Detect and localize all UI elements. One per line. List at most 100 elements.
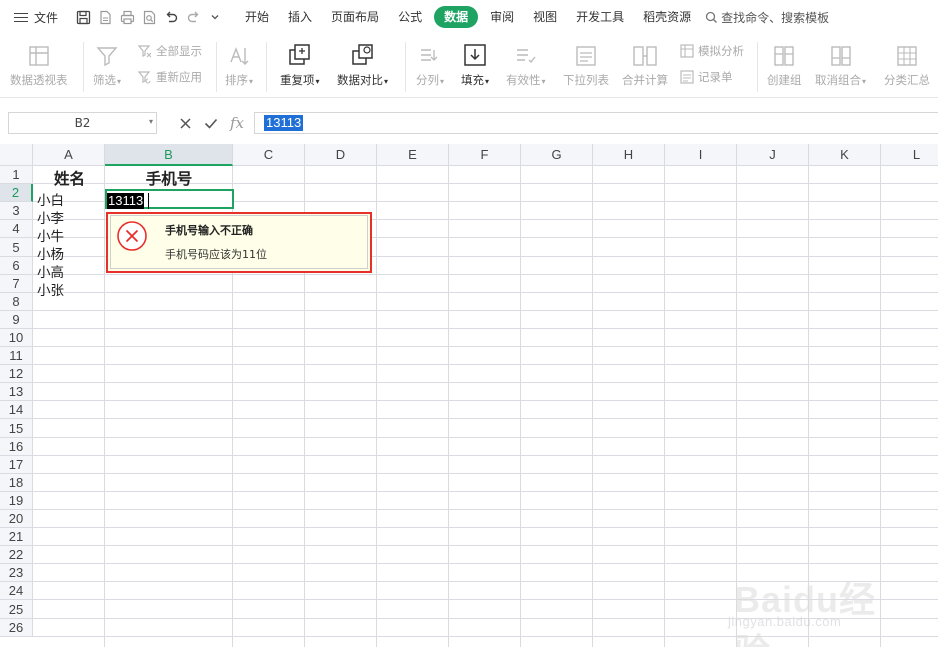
- record-form-button[interactable]: 记录单: [680, 69, 733, 85]
- grid-column-line: [808, 166, 809, 647]
- column-header-l[interactable]: L: [881, 144, 938, 166]
- validation-error-popup: 手机号输入不正确 手机号码应该为11位: [106, 212, 372, 273]
- row-header-3[interactable]: 3: [0, 202, 33, 220]
- cell-a7[interactable]: 小张: [34, 280, 105, 299]
- row-header-7[interactable]: 7: [0, 275, 33, 293]
- tab-developer[interactable]: 开发工具: [569, 6, 631, 28]
- dropdown-list-icon: [574, 40, 598, 68]
- validity-button[interactable]: 有效性▾: [506, 40, 546, 88]
- tab-data[interactable]: 数据: [434, 6, 479, 28]
- save-icon[interactable]: [72, 6, 94, 28]
- tab-view[interactable]: 视图: [526, 6, 564, 28]
- row-header-20[interactable]: 20: [0, 510, 33, 528]
- row-header-11[interactable]: 11: [0, 347, 33, 365]
- column-header-e[interactable]: E: [377, 144, 449, 166]
- hamburger-icon: [14, 12, 28, 23]
- cell-a6[interactable]: 小高: [34, 262, 105, 281]
- cell-a3[interactable]: 小李: [34, 208, 105, 227]
- select-all-corner[interactable]: [0, 144, 33, 166]
- cell-a1[interactable]: 姓名: [34, 167, 105, 188]
- row-header-6[interactable]: 6: [0, 257, 33, 275]
- row-header-23[interactable]: 23: [0, 564, 33, 582]
- row-header-14[interactable]: 14: [0, 401, 33, 419]
- file-menu-button[interactable]: 文件: [14, 5, 58, 29]
- sort-button[interactable]: 排序▾: [225, 40, 253, 88]
- row-header-16[interactable]: 16: [0, 438, 33, 456]
- name-box[interactable]: B2 ▾: [8, 112, 157, 134]
- command-search-label: 查找命令、搜索模板: [721, 10, 830, 25]
- create-group-button[interactable]: 创建组: [767, 40, 802, 88]
- tab-insert[interactable]: 插入: [281, 6, 319, 28]
- reapply-button[interactable]: 重新应用: [138, 69, 202, 85]
- row-header-15[interactable]: 15: [0, 419, 33, 438]
- confirm-edit-icon[interactable]: [202, 114, 220, 132]
- grid-column-line: [520, 166, 521, 647]
- cancel-edit-icon[interactable]: [176, 114, 194, 132]
- cell-b1[interactable]: 手机号: [106, 167, 232, 188]
- ungroup-button[interactable]: 取消组合▾: [815, 40, 866, 88]
- row-header-24[interactable]: 24: [0, 582, 33, 600]
- duplicates-icon: [287, 40, 313, 68]
- column-header-d[interactable]: D: [305, 144, 377, 166]
- row-header-10[interactable]: 10: [0, 329, 33, 347]
- tab-page-layout[interactable]: 页面布局: [324, 6, 386, 28]
- tab-formulas[interactable]: 公式: [391, 6, 429, 28]
- chevron-down-icon[interactable]: [204, 6, 226, 28]
- insert-function-icon[interactable]: fx: [228, 114, 246, 132]
- row-header-2[interactable]: 2: [0, 184, 33, 202]
- column-header-h[interactable]: H: [593, 144, 665, 166]
- column-header-k[interactable]: K: [809, 144, 881, 166]
- filter-button[interactable]: 筛选▾: [93, 40, 121, 88]
- column-header-f[interactable]: F: [449, 144, 521, 166]
- record-form-icon: [680, 70, 694, 84]
- row-header-5[interactable]: 5: [0, 238, 33, 257]
- chevron-down-icon[interactable]: ▾: [149, 117, 153, 126]
- row-header-19[interactable]: 19: [0, 492, 33, 510]
- export-pdf-icon[interactable]: [94, 6, 116, 28]
- redo-icon[interactable]: [182, 6, 204, 28]
- subtotal-button[interactable]: 分类汇总: [884, 40, 930, 88]
- grid-column-line: [664, 166, 665, 647]
- tab-home[interactable]: 开始: [238, 6, 276, 28]
- data-compare-button[interactable]: 数据对比▾: [337, 40, 388, 88]
- row-header-26[interactable]: 26: [0, 619, 33, 637]
- column-header-c[interactable]: C: [233, 144, 305, 166]
- tab-docer-resources[interactable]: 稻壳资源: [636, 6, 698, 28]
- row-header-21[interactable]: 21: [0, 528, 33, 546]
- grid-row-line: [33, 382, 938, 383]
- row-header-1[interactable]: 1: [0, 166, 33, 184]
- row-header-12[interactable]: 12: [0, 365, 33, 383]
- pivot-table-button[interactable]: 数据透视表: [10, 40, 68, 88]
- row-header-25[interactable]: 25: [0, 600, 33, 619]
- command-search[interactable]: 查找命令、搜索模板: [705, 9, 829, 26]
- column-header-a[interactable]: A: [33, 144, 105, 166]
- fill-button[interactable]: 填充▾: [461, 40, 489, 88]
- print-icon[interactable]: [116, 6, 138, 28]
- row-header-22[interactable]: 22: [0, 546, 33, 564]
- print-preview-icon[interactable]: [138, 6, 160, 28]
- row-header-9[interactable]: 9: [0, 311, 33, 329]
- column-header-b[interactable]: B: [105, 144, 233, 166]
- formula-input[interactable]: 13113: [254, 112, 938, 134]
- cell-b2-editing-text[interactable]: 13113: [107, 193, 145, 209]
- what-if-analysis-button[interactable]: 模拟分析: [680, 43, 744, 59]
- column-header-g[interactable]: G: [521, 144, 593, 166]
- row-header-18[interactable]: 18: [0, 474, 33, 492]
- row-header-13[interactable]: 13: [0, 383, 33, 401]
- duplicates-button[interactable]: 重复项▾: [280, 40, 320, 88]
- show-all-button[interactable]: 全部显示: [138, 43, 202, 59]
- row-header-4[interactable]: 4: [0, 220, 33, 238]
- row-header-17[interactable]: 17: [0, 456, 33, 474]
- undo-icon[interactable]: [160, 6, 182, 28]
- text-cursor: [148, 193, 149, 209]
- split-columns-button[interactable]: 分列▾: [416, 40, 444, 88]
- tab-review[interactable]: 审阅: [483, 6, 521, 28]
- column-header-j[interactable]: J: [737, 144, 809, 166]
- cell-a2[interactable]: 小白: [34, 190, 105, 209]
- dropdown-list-button[interactable]: 下拉列表: [563, 40, 609, 88]
- consolidate-button[interactable]: 合并计算: [622, 40, 668, 88]
- cell-a4[interactable]: 小牛: [34, 226, 105, 245]
- column-header-i[interactable]: I: [665, 144, 737, 166]
- row-header-8[interactable]: 8: [0, 293, 33, 311]
- cell-a5[interactable]: 小杨: [34, 244, 105, 263]
